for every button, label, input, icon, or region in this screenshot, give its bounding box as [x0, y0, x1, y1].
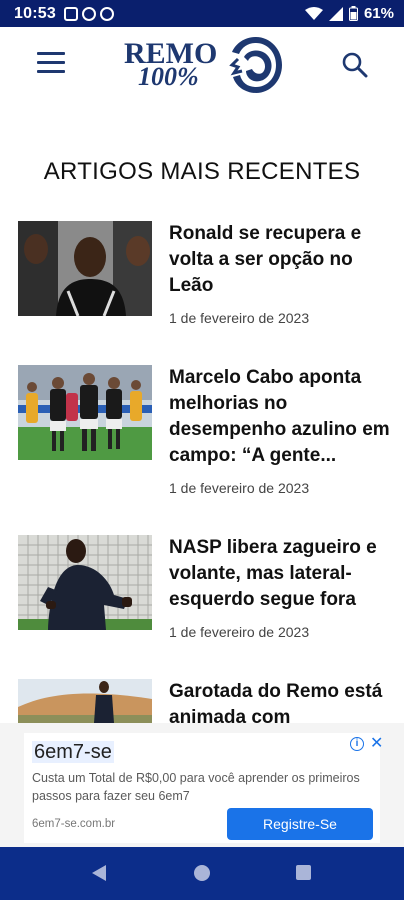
- article-item[interactable]: NASP libera zagueiro e volante, mas late…: [18, 535, 388, 685]
- ad-banner[interactable]: 6em7-se i ✕ Custa um Total de R$0,00 par…: [24, 733, 383, 843]
- status-time: 10:53: [14, 4, 56, 22]
- section-title: ARTIGOS MAIS RECENTES: [43, 158, 361, 185]
- article-date: 1 de fevereiro de 2023: [169, 310, 310, 326]
- article-item[interactable]: Marcelo Cabo aponta melhorias no desempe…: [18, 365, 391, 515]
- article-date: 1 de fevereiro de 2023: [169, 624, 310, 640]
- ad-url: 6em7-se.com.br: [32, 818, 116, 830]
- ad-badge[interactable]: i ✕: [350, 736, 383, 752]
- notification-icons: [63, 6, 114, 21]
- article-item[interactable]: Ronald se recupera e volta a ser opção n…: [18, 221, 388, 371]
- signal-icon: [328, 6, 343, 21]
- search-icon[interactable]: [342, 52, 368, 78]
- ad-register-button[interactable]: Registre-Se: [227, 808, 373, 840]
- back-icon[interactable]: [92, 865, 106, 881]
- remo-100-logo[interactable]: REMO 100%: [122, 33, 284, 95]
- recents-icon[interactable]: [296, 865, 311, 880]
- battery-level: 61%: [363, 5, 394, 22]
- article-thumbnail[interactable]: [18, 221, 152, 316]
- article-item[interactable]: Garotada do Remo está animada com: [18, 679, 388, 723]
- article-title[interactable]: Garotada do Remo está animada com: [169, 679, 388, 723]
- image-icon: [63, 6, 78, 21]
- ad-title[interactable]: 6em7-se: [32, 741, 114, 764]
- system-nav-bar: [0, 847, 404, 900]
- article-thumbnail[interactable]: [18, 535, 152, 630]
- article-title[interactable]: NASP libera zagueiro e volante, mas late…: [169, 535, 391, 613]
- article-thumbnail[interactable]: [18, 365, 152, 460]
- ad-info-icon[interactable]: i: [350, 737, 364, 751]
- article-date: 1 de fevereiro de 2023: [169, 480, 310, 496]
- hamburger-menu-icon[interactable]: [37, 52, 65, 74]
- svg-text:100%: 100%: [138, 62, 199, 91]
- status-bar: 10:53 61%: [0, 0, 404, 27]
- sync-icon: [99, 6, 114, 21]
- ad-description: Custa um Total de R$0,00 para você apren…: [32, 771, 360, 803]
- article-title[interactable]: Marcelo Cabo aponta melhorias no desempe…: [169, 365, 391, 469]
- ad-close-icon[interactable]: ✕: [370, 736, 383, 752]
- home-icon[interactable]: [194, 865, 210, 881]
- app-header: REMO 100%: [0, 27, 404, 103]
- whatsapp-icon: [81, 6, 96, 21]
- battery-icon: [348, 6, 358, 21]
- wifi-icon: [304, 6, 323, 20]
- article-title[interactable]: Ronald se recupera e volta a ser opção n…: [169, 221, 391, 299]
- status-right: 61%: [304, 5, 394, 22]
- article-thumbnail[interactable]: [18, 679, 152, 723]
